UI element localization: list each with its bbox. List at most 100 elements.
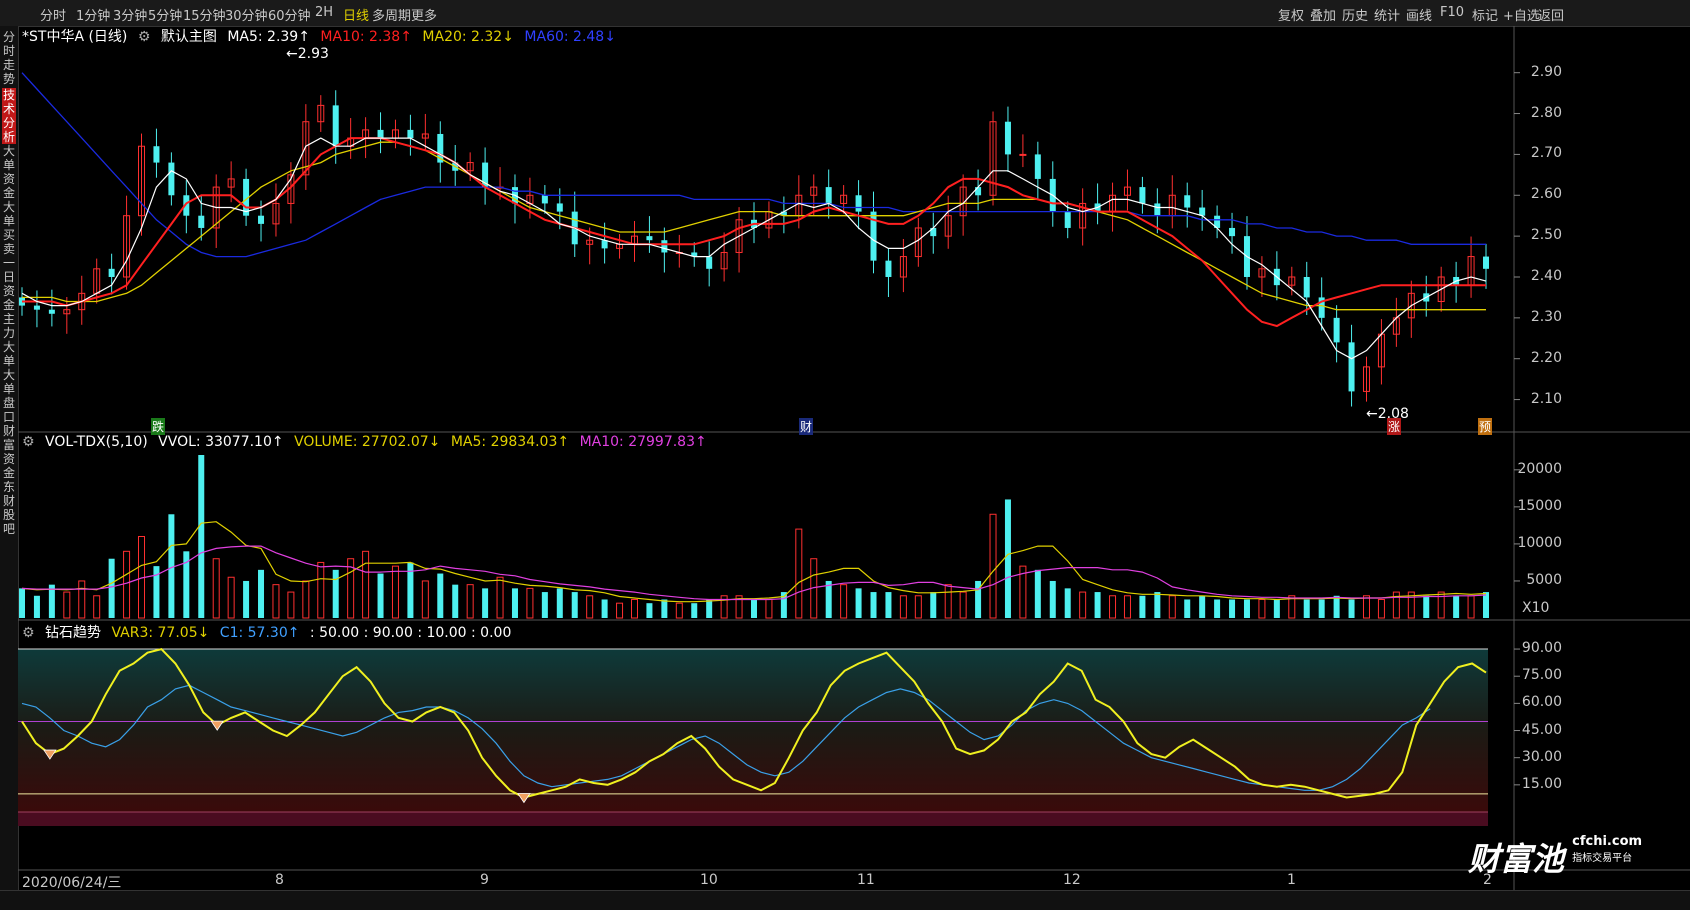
period-tab-9[interactable]: 多周期 [372, 5, 411, 24]
side-tab-1[interactable]: 技术分析 [2, 88, 16, 144]
candle-body [183, 195, 190, 216]
settings-icon[interactable]: ⚙ [22, 625, 35, 641]
volume-bar [556, 588, 563, 618]
volume-bar [1467, 595, 1475, 619]
candle-body [1019, 153, 1027, 156]
volume-bar [1258, 598, 1266, 619]
watermark-tagline: 指标交易平台 [1572, 853, 1633, 864]
candle-body [1467, 256, 1475, 286]
volume-bar [914, 595, 922, 619]
diamond-header: ⚙ 钻石趋势 VAR3: 77.05↓ C1: 57.30↑ : 50.00 :… [22, 622, 517, 642]
side-tab-4[interactable]: 一日资金 [2, 256, 16, 312]
tool-tab-0[interactable]: 复权 [1278, 5, 1304, 24]
candle-body [1318, 297, 1325, 318]
c1-value: C1: 57.30↑ [219, 625, 300, 641]
period-tab-2[interactable]: 3分钟 [113, 5, 147, 24]
candle-body [1392, 317, 1400, 335]
candle-body [975, 187, 982, 196]
tool-tab-8[interactable]: 返回 [1538, 5, 1564, 24]
candle-body [1423, 293, 1430, 302]
period-tab-3[interactable]: 5分钟 [148, 5, 182, 24]
die-marker[interactable]: 跌 [151, 418, 166, 435]
candle-body [959, 186, 967, 217]
volume-bar [437, 573, 444, 618]
tool-tab-3[interactable]: 统计 [1374, 5, 1400, 24]
candle-body [243, 178, 250, 216]
candle-body [287, 174, 295, 204]
status-bar [0, 890, 1690, 910]
side-tab-3[interactable]: 大单买卖 [2, 200, 16, 256]
diamond-title[interactable]: 钻石趋势 [45, 625, 101, 641]
volume-bar [362, 550, 370, 619]
cai-marker[interactable]: 财 [799, 418, 814, 435]
volume-bar [33, 595, 40, 618]
yu-marker[interactable]: 预 [1478, 418, 1493, 435]
candle-body [332, 105, 339, 147]
volume-bar [1064, 588, 1071, 618]
levels-value: : 50.00 : 90.00 : 10.00 : 0.00 [309, 625, 512, 641]
volume-bar [944, 584, 952, 619]
settings-icon[interactable]: ⚙ [22, 434, 35, 450]
volume-bar [855, 588, 862, 618]
volume-bar [48, 584, 55, 618]
var3-value: VAR3: 77.05↓ [111, 625, 210, 641]
date-tick-label: 8 [275, 872, 284, 888]
period-tab-0[interactable]: 分时 [40, 5, 66, 24]
volume-bar [1377, 598, 1385, 619]
candle-body [437, 133, 444, 163]
period-tab-5[interactable]: 30分钟 [225, 5, 268, 24]
volume-tick-label: 15000 [1517, 497, 1562, 514]
tool-tab-4[interactable]: 画线 [1406, 5, 1432, 24]
volume-bar [93, 595, 101, 619]
side-tab-0[interactable]: 分时走势 [2, 30, 16, 86]
period-tab-7[interactable]: 2H [315, 5, 333, 20]
diamond-bottom-band [18, 812, 1488, 826]
volume-bar [421, 580, 429, 619]
tool-tab-7[interactable]: +自选 [1503, 5, 1540, 24]
watermark-site: cfchi.com [1572, 834, 1643, 849]
tool-tab-1[interactable]: 叠加 [1310, 5, 1336, 24]
settings-icon[interactable]: ⚙ [138, 29, 151, 45]
volume-bar [735, 595, 743, 619]
tool-tab-2[interactable]: 历史 [1342, 5, 1368, 24]
period-tab-10[interactable]: 更多 [411, 5, 437, 24]
period-tab-4[interactable]: 15分钟 [183, 5, 226, 24]
candle-body [526, 194, 534, 204]
zhang-marker[interactable]: 涨 [1387, 418, 1402, 435]
side-tab-7[interactable]: 财富资金 [2, 424, 16, 480]
period-tab-6[interactable]: 60分钟 [268, 5, 311, 24]
vol-ma10-line [21, 545, 1487, 601]
vol-title[interactable]: VOL-TDX(5,10) [45, 434, 148, 450]
candle-body [258, 215, 265, 224]
candle-body [541, 195, 548, 204]
diamond-marker [210, 720, 224, 731]
stock-chart[interactable] [0, 0, 1690, 909]
period-tab-8[interactable]: 日线 [343, 5, 369, 24]
side-tab-2[interactable]: 大单资金 [2, 144, 16, 200]
side-tab-8[interactable]: 东财股吧 [2, 480, 16, 536]
volume-bar [1094, 592, 1101, 618]
diamond-marker [517, 793, 531, 804]
volume-bar [526, 587, 534, 619]
volume-bar [407, 562, 414, 618]
ma60-value: MA60: 2.48↓ [524, 29, 616, 45]
volume-bar [1139, 595, 1146, 618]
side-tab-5[interactable]: 主力大单 [2, 312, 16, 368]
date-tick-label: 9 [480, 872, 489, 888]
candle-body [272, 202, 280, 225]
template-label[interactable]: 默认主图 [161, 29, 217, 45]
candle-body [347, 137, 355, 147]
period-tab-1[interactable]: 1分钟 [76, 5, 110, 24]
tool-tab-5[interactable]: F10 [1440, 5, 1464, 20]
volume-bar [1392, 591, 1400, 619]
ma5-value: MA5: 2.39↑ [227, 29, 310, 45]
side-tab-6[interactable]: 大单盘口 [2, 368, 16, 424]
candle-body [466, 162, 474, 172]
tool-tab-6[interactable]: 标记 [1472, 5, 1498, 24]
volume-bar [646, 603, 653, 618]
volume-bar [377, 573, 384, 618]
candle-body [885, 260, 892, 277]
diamond-background [18, 649, 1488, 812]
volume-bar [168, 514, 175, 618]
volume-bar [720, 595, 728, 619]
